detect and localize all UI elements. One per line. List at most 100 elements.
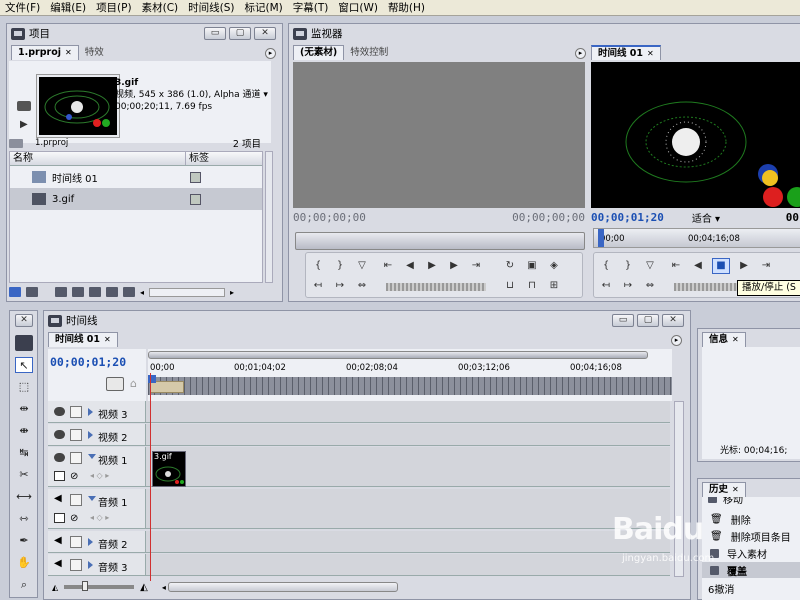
overlay-icon[interactable]: ⊓ <box>524 279 540 293</box>
zoom-slider[interactable] <box>64 581 135 591</box>
column-name[interactable]: 名称 <box>10 152 186 165</box>
mark-in-icon[interactable]: { <box>598 259 614 273</box>
panel-menu-button[interactable]: ▸ <box>265 48 276 59</box>
step-forward-icon[interactable]: ▶ <box>446 259 462 273</box>
play-in-out-icon[interactable]: ⇔ <box>354 279 370 293</box>
play-icon[interactable]: ▶ <box>20 119 28 130</box>
display-style-icon[interactable] <box>54 471 65 481</box>
go-out-icon[interactable]: ↦ <box>620 279 636 293</box>
menu-window[interactable]: 窗口(W) <box>333 0 383 15</box>
tab-project-file[interactable]: 1.prproj ✕ <box>11 45 79 60</box>
source-screen[interactable] <box>293 62 585 208</box>
menu-file[interactable]: 文件(F) <box>0 0 45 15</box>
selection-tool-icon[interactable]: ↖ <box>15 357 33 373</box>
ripple-edit-tool-icon[interactable]: ⇹ <box>15 401 33 417</box>
step-out-icon[interactable]: ⇥ <box>758 259 774 273</box>
program-timecode[interactable]: 00;00;01;20 <box>591 211 664 224</box>
maximize-button[interactable]: ▢ <box>229 27 251 40</box>
menu-project[interactable]: 项目(P) <box>91 0 137 15</box>
automate-icon[interactable] <box>55 287 67 297</box>
zoom-out-icon[interactable]: ◭ <box>52 583 58 592</box>
list-view-icon[interactable] <box>9 287 21 297</box>
step-back-icon[interactable]: ◀ <box>690 259 706 273</box>
new-bin-icon[interactable] <box>89 287 101 297</box>
expand-icon[interactable] <box>88 408 93 416</box>
pen-tool-icon[interactable]: ✒ <box>15 533 33 549</box>
lock-toggle[interactable] <box>70 536 82 548</box>
mark-in-icon[interactable]: { <box>310 259 326 273</box>
lock-toggle[interactable] <box>70 494 82 506</box>
column-label[interactable]: 标签 <box>186 152 262 165</box>
close-icon[interactable]: ✕ <box>732 333 739 347</box>
loop-icon[interactable]: ↻ <box>502 259 518 273</box>
set-marker-icon[interactable]: ▽ <box>354 259 370 273</box>
menu-sequence[interactable]: 时间线(S) <box>183 0 239 15</box>
tab-program-sequence[interactable]: 时间线 01 ✕ <box>591 45 661 60</box>
rolling-edit-tool-icon[interactable]: ⇼ <box>15 423 33 439</box>
go-in-icon[interactable]: ↤ <box>598 279 614 293</box>
collapse-icon[interactable] <box>88 454 96 459</box>
folder-up-icon[interactable] <box>9 138 23 148</box>
step-forward-icon[interactable]: ▶ <box>736 259 752 273</box>
menu-title[interactable]: 字幕(T) <box>288 0 334 15</box>
close-icon[interactable]: ✕ <box>65 46 72 60</box>
collapse-icon[interactable] <box>88 496 96 501</box>
minimize-button[interactable]: ▭ <box>612 314 634 327</box>
close-icon[interactable]: ✕ <box>104 333 111 347</box>
slip-tool-icon[interactable]: ⟷ <box>15 489 33 505</box>
expand-icon[interactable] <box>88 561 93 569</box>
source-timecode-left[interactable]: 00;00;00;00 <box>293 211 366 224</box>
new-item-icon[interactable] <box>106 287 118 297</box>
menu-clip[interactable]: 素材(C) <box>137 0 184 15</box>
camera-icon[interactable] <box>17 101 31 111</box>
list-item[interactable]: 3.gif <box>10 188 262 210</box>
tab-info[interactable]: 信息 ✕ <box>702 332 746 347</box>
mark-out-icon[interactable]: } <box>332 259 348 273</box>
list-item[interactable]: 时间线 01 <box>10 166 262 188</box>
safe-margins-icon[interactable]: ▣ <box>524 259 540 273</box>
eye-icon[interactable] <box>54 453 65 462</box>
work-area-bar[interactable] <box>148 377 672 395</box>
speaker-icon[interactable]: ◀ <box>54 493 62 504</box>
close-icon[interactable]: ✕ <box>732 483 739 497</box>
time-ruler[interactable]: 00;00 00;01;04;02 00;02;08;04 00;03;12;0… <box>148 349 672 401</box>
menu-edit[interactable]: 编辑(E) <box>45 0 91 15</box>
program-screen[interactable] <box>591 62 800 208</box>
dropdown-arrow-icon[interactable]: ▾ <box>263 90 268 100</box>
keyframe-nav-icon[interactable]: ◂ ◇ ▸ <box>90 471 109 480</box>
icon-view-icon[interactable] <box>26 287 38 297</box>
keyframe-toggle-icon[interactable]: ⊘ <box>70 513 78 524</box>
output-icon[interactable]: ◈ <box>546 259 562 273</box>
timeline-clip[interactable]: 3.gif <box>152 451 186 487</box>
view-area-bar[interactable] <box>148 351 648 359</box>
jog-wheel[interactable] <box>386 283 486 291</box>
scroll-right-icon[interactable]: ▸ <box>230 288 234 297</box>
timeline-horizontal-scrollbar[interactable] <box>167 582 398 592</box>
lock-toggle[interactable] <box>70 559 82 571</box>
tab-effect-controls[interactable]: 特效控制 <box>344 45 394 60</box>
expand-icon[interactable] <box>88 538 93 546</box>
source-time-ruler[interactable] <box>295 232 585 250</box>
keyframe-nav-icon[interactable]: ◂ ◇ ▸ <box>90 513 109 522</box>
step-in-icon[interactable]: ⇤ <box>668 259 684 273</box>
menu-help[interactable]: 帮助(H) <box>383 0 430 15</box>
tab-effects[interactable]: 特效 <box>79 45 110 60</box>
timeline-panel-menu-button[interactable]: ▸ <box>671 335 682 346</box>
hand-tool-icon[interactable]: ✋ <box>15 555 33 571</box>
display-style-icon[interactable] <box>54 513 65 523</box>
trash-icon[interactable] <box>123 287 135 297</box>
close-button[interactable]: ✕ <box>15 314 33 327</box>
history-item[interactable]: 🗑 删除 <box>702 511 800 527</box>
step-back-icon[interactable]: ◀ <box>402 259 418 273</box>
close-button[interactable]: ✕ <box>254 27 276 40</box>
lock-toggle[interactable] <box>70 406 82 418</box>
project-scrollbar[interactable] <box>265 151 273 283</box>
minimize-button[interactable]: ▭ <box>204 27 226 40</box>
find-icon[interactable] <box>72 287 84 297</box>
go-out-icon[interactable]: ↦ <box>332 279 348 293</box>
snap-icon[interactable] <box>106 377 124 391</box>
eye-icon[interactable] <box>54 407 65 416</box>
lock-toggle[interactable] <box>70 429 82 441</box>
rate-stretch-tool-icon[interactable]: ↹ <box>15 445 33 461</box>
step-out-icon[interactable]: ⇥ <box>468 259 484 273</box>
